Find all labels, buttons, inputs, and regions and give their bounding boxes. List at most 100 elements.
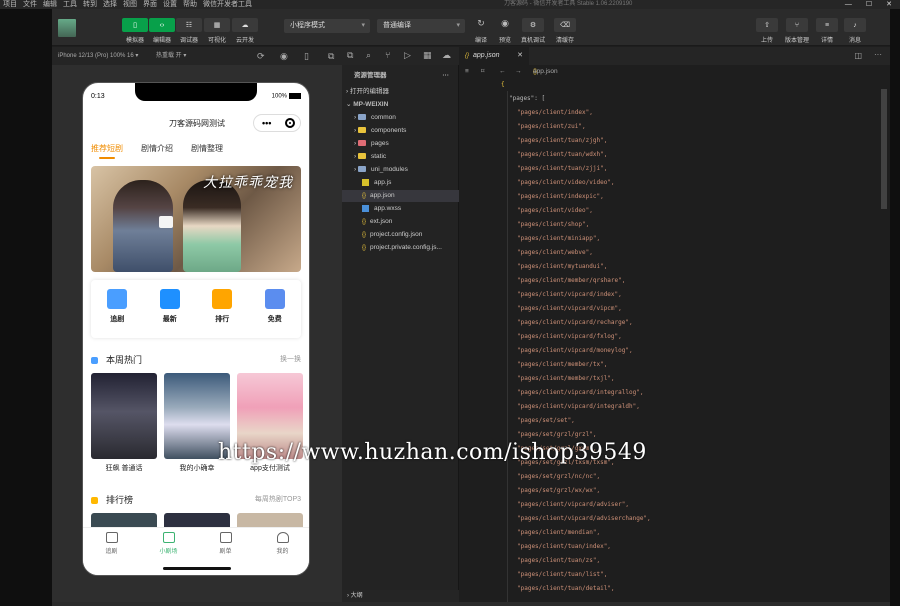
status-time: 0:13 bbox=[91, 93, 105, 100]
record-icon[interactable]: ◉ bbox=[280, 47, 288, 65]
bookmark-icon[interactable]: ⌑ bbox=[481, 65, 484, 79]
tab-organize[interactable]: 剧情整理 bbox=[191, 143, 223, 154]
poster-1[interactable] bbox=[91, 373, 157, 459]
extensions-icon[interactable]: ▦ bbox=[423, 50, 432, 61]
maximize-icon[interactable]: ☐ bbox=[866, 0, 872, 9]
folder-icon bbox=[357, 166, 366, 173]
list-icon[interactable]: ≡ bbox=[465, 65, 469, 79]
poster-2[interactable] bbox=[164, 373, 230, 459]
tree-item-file[interactable]: {} project.config.json bbox=[342, 229, 459, 241]
code-editor[interactable]: {"pages": ["pages/client/index", "pages/c… bbox=[459, 79, 890, 606]
compile-select[interactable]: 普通编译 ▾ bbox=[377, 19, 465, 33]
remote-debug-button[interactable]: ⚙ bbox=[522, 18, 544, 32]
layout-icon: ▦ bbox=[213, 22, 221, 29]
menu-devtools[interactable]: 微信开发者工具 bbox=[200, 0, 255, 9]
eye-icon[interactable]: ◉ bbox=[497, 18, 513, 30]
phone-icon[interactable]: ▯ bbox=[304, 47, 309, 65]
close-miniapp-icon[interactable] bbox=[285, 118, 295, 128]
ranking-link[interactable]: 每周热剧TOP3 bbox=[255, 494, 301, 504]
close-icon[interactable]: ✕ bbox=[517, 47, 523, 65]
open-editors-section[interactable]: › 打开的编辑器 bbox=[342, 86, 459, 98]
nav-follow[interactable]: 追剧 bbox=[83, 528, 140, 575]
code-line: "pages/client/webve", bbox=[517, 249, 593, 256]
menu-project[interactable]: 项目 bbox=[0, 0, 20, 9]
entry-free[interactable]: 免费 bbox=[249, 280, 302, 338]
tree-item-file[interactable]: app.js bbox=[342, 177, 459, 189]
tab-plot[interactable]: 剧情介绍 bbox=[141, 143, 173, 154]
tree-item-folder[interactable]: › common bbox=[342, 112, 459, 124]
version-button[interactable]: ⑂ bbox=[786, 18, 808, 32]
close-icon[interactable]: ✕ bbox=[886, 0, 892, 9]
ranking-poster[interactable] bbox=[164, 513, 230, 527]
hotreload-select[interactable]: 热重载 开 ▾ bbox=[156, 47, 186, 65]
mode-select[interactable]: 小程序模式 ▾ bbox=[284, 19, 370, 33]
poster-3[interactable] bbox=[237, 373, 303, 459]
play-icon bbox=[107, 289, 128, 309]
debugger-toggle-button[interactable]: ☷ bbox=[176, 18, 202, 32]
capsule-menu[interactable]: ••• bbox=[253, 114, 301, 132]
explorer-panel: 资源管理器 ··· › 打开的编辑器 ⌄ MP-WEIXIN › common ›… bbox=[342, 65, 459, 606]
menu-settings[interactable]: 设置 bbox=[160, 0, 180, 9]
files-icon[interactable]: ⧉ bbox=[347, 50, 353, 61]
nav-mine[interactable]: 我的 bbox=[254, 528, 309, 575]
code-line: "pages/client/miniapp", bbox=[517, 235, 601, 242]
clear-cache-button[interactable]: ⌫ bbox=[554, 18, 576, 32]
tree-item-folder[interactable]: › components bbox=[342, 125, 459, 137]
clear-icon: ⌫ bbox=[560, 22, 570, 29]
ranking-poster[interactable] bbox=[237, 513, 303, 527]
cloud-icon[interactable]: ☁ bbox=[442, 50, 451, 61]
cloud-dev-button[interactable]: ☁ bbox=[232, 18, 258, 32]
menu-view[interactable]: 视图 bbox=[120, 0, 140, 9]
tree-item-file[interactable]: {} ext.json bbox=[342, 216, 459, 228]
split-editor-icon[interactable]: ◫ bbox=[854, 51, 862, 60]
device-select[interactable]: iPhone 12/13 (Pro) 100% 16 ▾ bbox=[58, 47, 138, 65]
tree-item-file[interactable]: {} project.private.config.js... bbox=[342, 242, 459, 254]
tab-recommend[interactable]: 推荐短剧 bbox=[91, 143, 123, 154]
tree-item-folder[interactable]: › uni_modules bbox=[342, 164, 459, 176]
scrollbar-thumb[interactable] bbox=[881, 89, 887, 209]
forward-icon[interactable]: → bbox=[515, 65, 522, 79]
entry-follow[interactable]: 追剧 bbox=[91, 280, 144, 338]
code-line: "pages/client/mytuandui", bbox=[517, 263, 608, 270]
menu-edit[interactable]: 编辑 bbox=[40, 0, 60, 9]
upload-icon: ⇧ bbox=[764, 22, 770, 29]
details-button[interactable]: ≡ bbox=[816, 18, 838, 32]
menu-select[interactable]: 选择 bbox=[100, 0, 120, 9]
popout-icon[interactable]: ⧉ bbox=[328, 47, 334, 65]
entry-latest[interactable]: 最新 bbox=[144, 280, 197, 338]
refresh-link[interactable]: 换一换 bbox=[280, 354, 301, 364]
menu-file[interactable]: 文件 bbox=[20, 0, 40, 9]
editor-scrollbar[interactable] bbox=[880, 79, 888, 606]
tree-item-folder[interactable]: › pages bbox=[342, 138, 459, 150]
simulator-toggle-button[interactable]: ▯ bbox=[122, 18, 148, 32]
menu-tools[interactable]: 工具 bbox=[60, 0, 80, 9]
rotate-icon[interactable]: ⟳ bbox=[257, 47, 265, 65]
messages-button[interactable]: ♪ bbox=[844, 18, 866, 32]
project-root[interactable]: ⌄ MP-WEIXIN bbox=[342, 99, 459, 111]
menu-goto[interactable]: 转到 bbox=[80, 0, 100, 9]
outline-section[interactable]: › 大纲 bbox=[342, 590, 459, 602]
editor-toggle-button[interactable]: ‹› bbox=[149, 18, 175, 32]
avatar[interactable] bbox=[58, 19, 76, 37]
tree-item-folder[interactable]: › static bbox=[342, 151, 459, 163]
menu-help[interactable]: 帮助 bbox=[180, 0, 200, 9]
upload-button[interactable]: ⇧ bbox=[756, 18, 778, 32]
more-icon[interactable]: ··· bbox=[443, 70, 450, 82]
cloud-dev-label: 云开发 bbox=[235, 38, 254, 44]
minimize-icon[interactable]: — bbox=[845, 0, 852, 9]
tree-item-file[interactable]: app.wxss bbox=[342, 203, 459, 215]
tree-item-file-selected[interactable]: {} app.json bbox=[342, 190, 459, 202]
more-icon[interactable]: ••• bbox=[262, 118, 271, 128]
source-control-icon[interactable]: ⑂ bbox=[385, 50, 390, 60]
visual-toggle-button[interactable]: ▦ bbox=[204, 18, 230, 32]
tab-app-json[interactable]: {} app.json ✕ bbox=[459, 47, 529, 65]
search-icon[interactable]: ⌕ bbox=[366, 50, 371, 61]
banner[interactable]: 大拉乖乖宠我 bbox=[91, 166, 301, 272]
entry-ranking[interactable]: 排行 bbox=[196, 280, 249, 338]
back-icon[interactable]: ← bbox=[499, 65, 506, 79]
debug-icon[interactable]: ▷ bbox=[404, 50, 411, 61]
ranking-poster[interactable] bbox=[91, 513, 157, 527]
refresh-icon[interactable]: ↻ bbox=[473, 18, 489, 30]
menu-interface[interactable]: 界面 bbox=[140, 0, 160, 9]
more-icon[interactable]: ··· bbox=[874, 50, 882, 59]
